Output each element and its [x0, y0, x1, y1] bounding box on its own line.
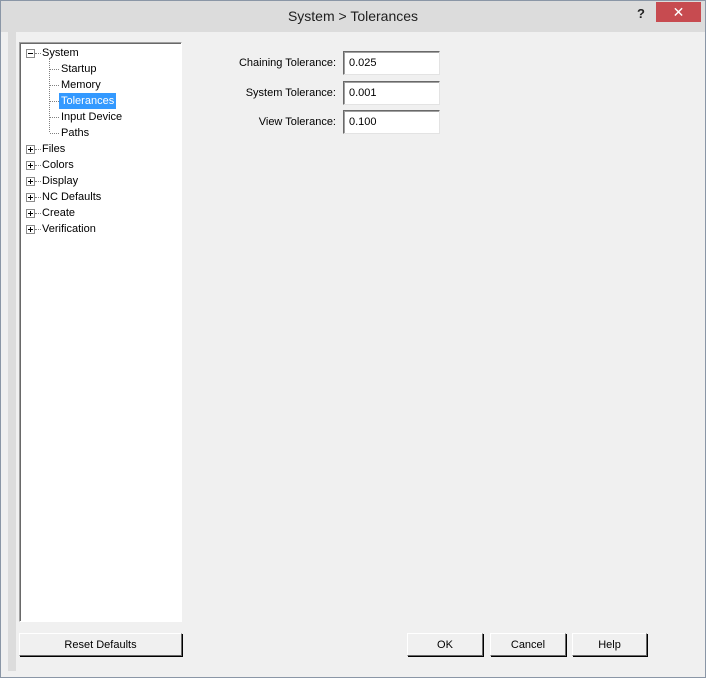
tree-connector [50, 69, 59, 70]
tree-item-label: Startup [61, 63, 97, 75]
expand-display-icon[interactable] [26, 177, 35, 186]
system-tolerance-label: System Tolerance: [245, 87, 336, 99]
expand-nc-defaults-icon[interactable] [26, 193, 35, 202]
expand-create-icon[interactable] [26, 209, 35, 218]
tree-item-label: Paths [61, 127, 90, 139]
tree-item-label: Colors [42, 159, 74, 171]
collapse-system-icon[interactable] [26, 49, 35, 58]
cancel-button[interactable]: Cancel [490, 633, 566, 656]
tree-item-label: Verification [42, 223, 96, 235]
tree-connector [50, 117, 59, 118]
system-tolerance-input[interactable] [343, 81, 440, 105]
tree-item-label: Memory [61, 79, 101, 91]
reset-defaults-button[interactable]: Reset Defaults [19, 633, 182, 656]
tree-item-label: Input Device [61, 111, 123, 123]
settings-tree[interactable]: System Startup Memory Tolerances Input D… [19, 42, 182, 622]
tree-item-label: Create [42, 207, 76, 219]
tree-item-label: NC Defaults [42, 191, 102, 203]
help-button[interactable]: Help [572, 633, 647, 656]
view-tolerance-input[interactable] [343, 110, 440, 134]
tree-item-label: Display [42, 175, 79, 187]
expand-files-icon[interactable] [26, 145, 35, 154]
view-tolerance-label: View Tolerance: [258, 116, 336, 128]
chaining-tolerance-input[interactable] [343, 51, 440, 75]
tree-connector [50, 101, 59, 102]
close-icon[interactable]: ✕ [656, 2, 701, 22]
tree-item-label: Files [42, 143, 66, 155]
tree-item-label: Tolerances [59, 93, 117, 109]
title-bar[interactable]: System > Tolerances ? ✕ [1, 1, 705, 32]
ok-button[interactable]: OK [407, 633, 483, 656]
expand-colors-icon[interactable] [26, 161, 35, 170]
help-icon[interactable]: ? [631, 5, 651, 23]
tree-connector [50, 85, 59, 86]
expand-verification-icon[interactable] [26, 225, 35, 234]
tree-connector [50, 133, 59, 134]
tree-item-label: System [42, 47, 79, 59]
chaining-tolerance-label: Chaining Tolerance: [238, 57, 336, 69]
window-title: System > Tolerances [287, 8, 419, 24]
